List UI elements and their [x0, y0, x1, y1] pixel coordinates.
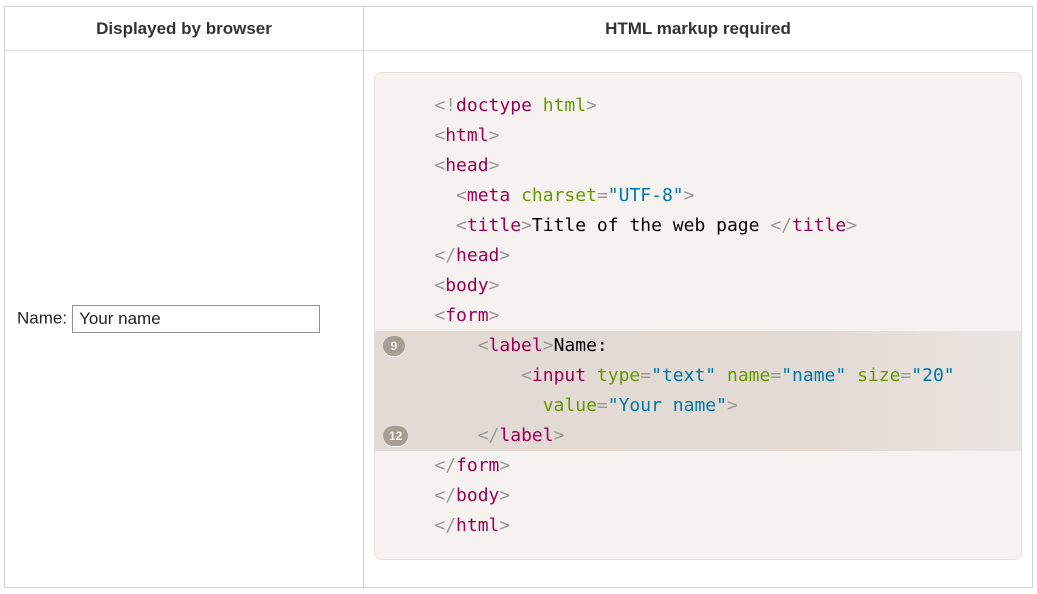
code-line: 9 <label>Name: — [375, 331, 1021, 361]
code-line: 12 </label> — [375, 421, 1021, 451]
code-line: <!doctype html> — [375, 91, 1021, 121]
code-line: <body> — [375, 271, 1021, 301]
code-line: </body> — [375, 481, 1021, 511]
code-line: </head> — [375, 241, 1021, 271]
column-header-markup: HTML markup required — [364, 7, 1033, 51]
name-input[interactable] — [72, 305, 320, 333]
name-label: Name: — [17, 308, 67, 327]
header-row: Displayed by browser HTML markup require… — [5, 7, 1033, 51]
code-line: <head> — [375, 151, 1021, 181]
browser-preview-cell: Name: — [5, 51, 364, 588]
code-line: <meta charset="UTF-8"> — [375, 181, 1021, 211]
line-number-badge: 9 — [383, 336, 405, 356]
code-line: value="Your name"> — [375, 391, 1021, 421]
comparison-table: Displayed by browser HTML markup require… — [4, 6, 1033, 588]
code-line: <form> — [375, 301, 1021, 331]
column-header-browser: Displayed by browser — [5, 7, 364, 51]
content-row: Name: <!doctype html> <html> <head> <met… — [5, 51, 1033, 588]
code-line: </html> — [375, 511, 1021, 541]
code-lines: <!doctype html> <html> <head> <meta char… — [375, 91, 1021, 541]
code-line: <html> — [375, 121, 1021, 151]
code-line: <title>Title of the web page </title> — [375, 211, 1021, 241]
line-number-badge: 12 — [383, 426, 408, 446]
markup-cell: <!doctype html> <html> <head> <meta char… — [364, 51, 1033, 588]
code-line: </form> — [375, 451, 1021, 481]
code-line: <input type="text" name="name" size="20" — [375, 361, 1021, 391]
code-block: <!doctype html> <html> <head> <meta char… — [374, 72, 1022, 560]
